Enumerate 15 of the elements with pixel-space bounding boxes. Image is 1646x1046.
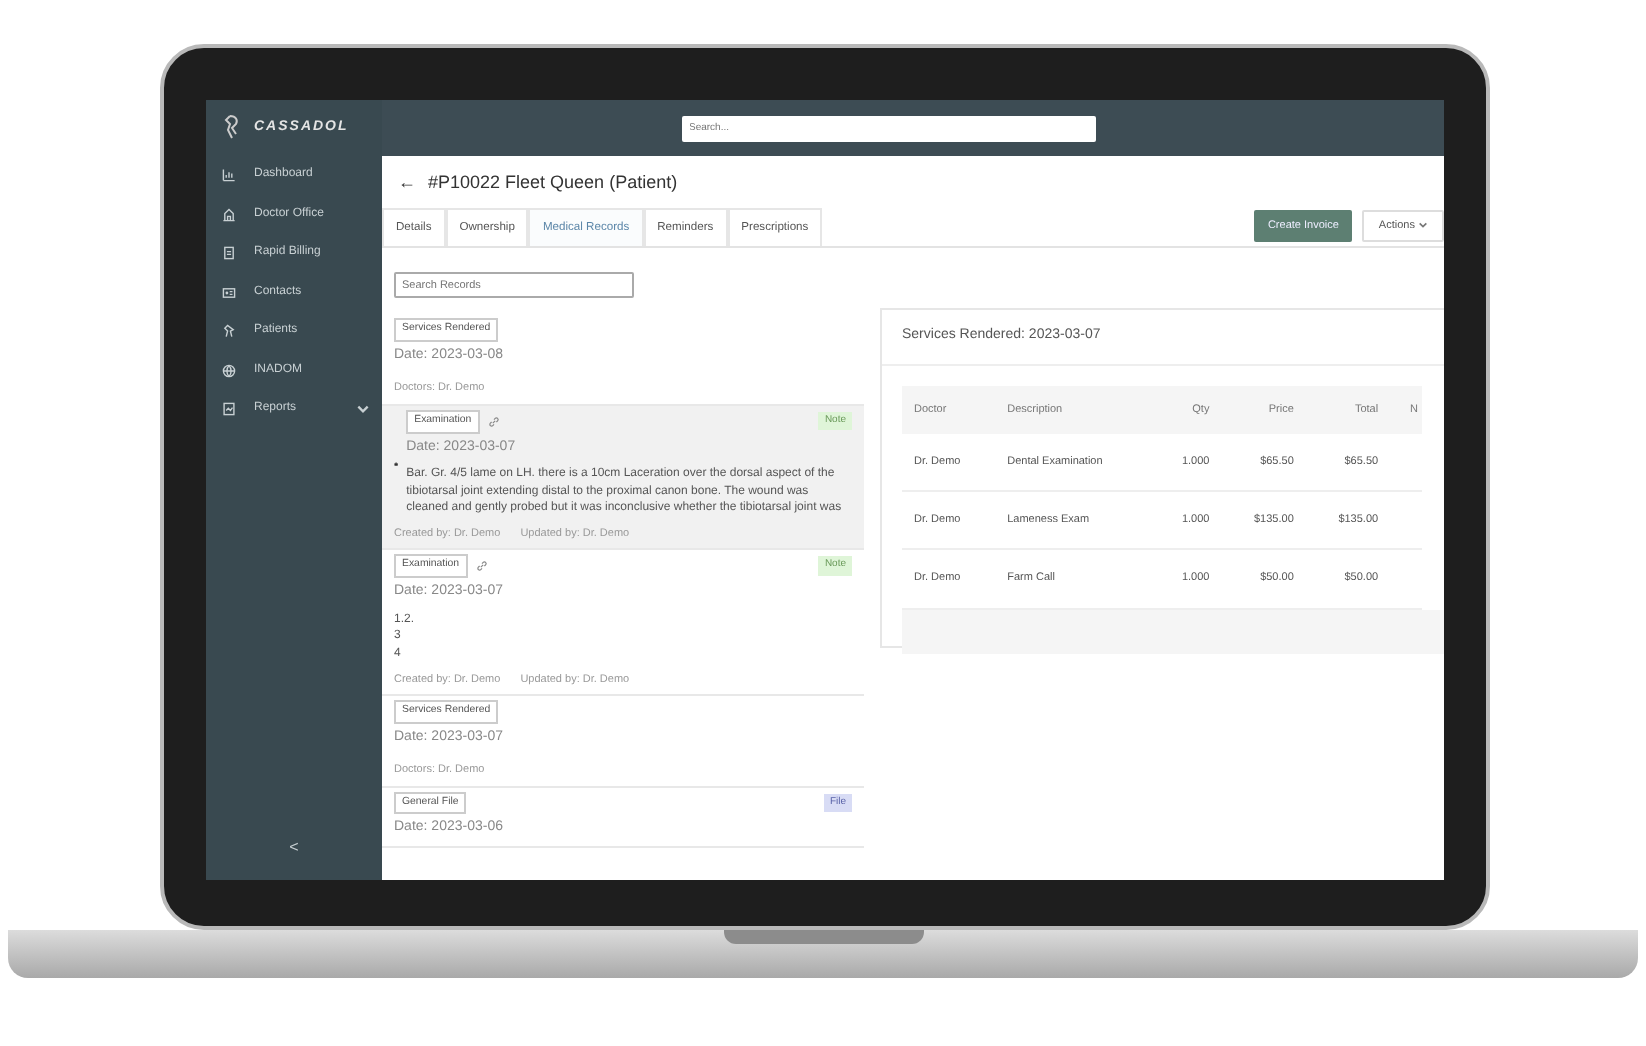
collapse-button[interactable]: <: [206, 816, 382, 880]
contact-card-icon: [222, 285, 236, 300]
record-card[interactable]: [382, 405, 864, 551]
caret-icon: [1418, 219, 1428, 230]
globe-icon: [222, 363, 236, 378]
page-title: #P10022 Fleet Queen (Patient): [428, 170, 678, 196]
horse-head-icon: [222, 324, 236, 339]
link-icon: [487, 415, 500, 428]
bar-chart-icon: [222, 168, 236, 183]
building-icon: [222, 207, 236, 222]
horse-logo-icon: [222, 114, 242, 142]
receipt-icon: [222, 246, 236, 261]
report-icon: [222, 402, 236, 417]
link-icon: [475, 560, 488, 573]
back-button[interactable]: ←: [398, 170, 416, 197]
